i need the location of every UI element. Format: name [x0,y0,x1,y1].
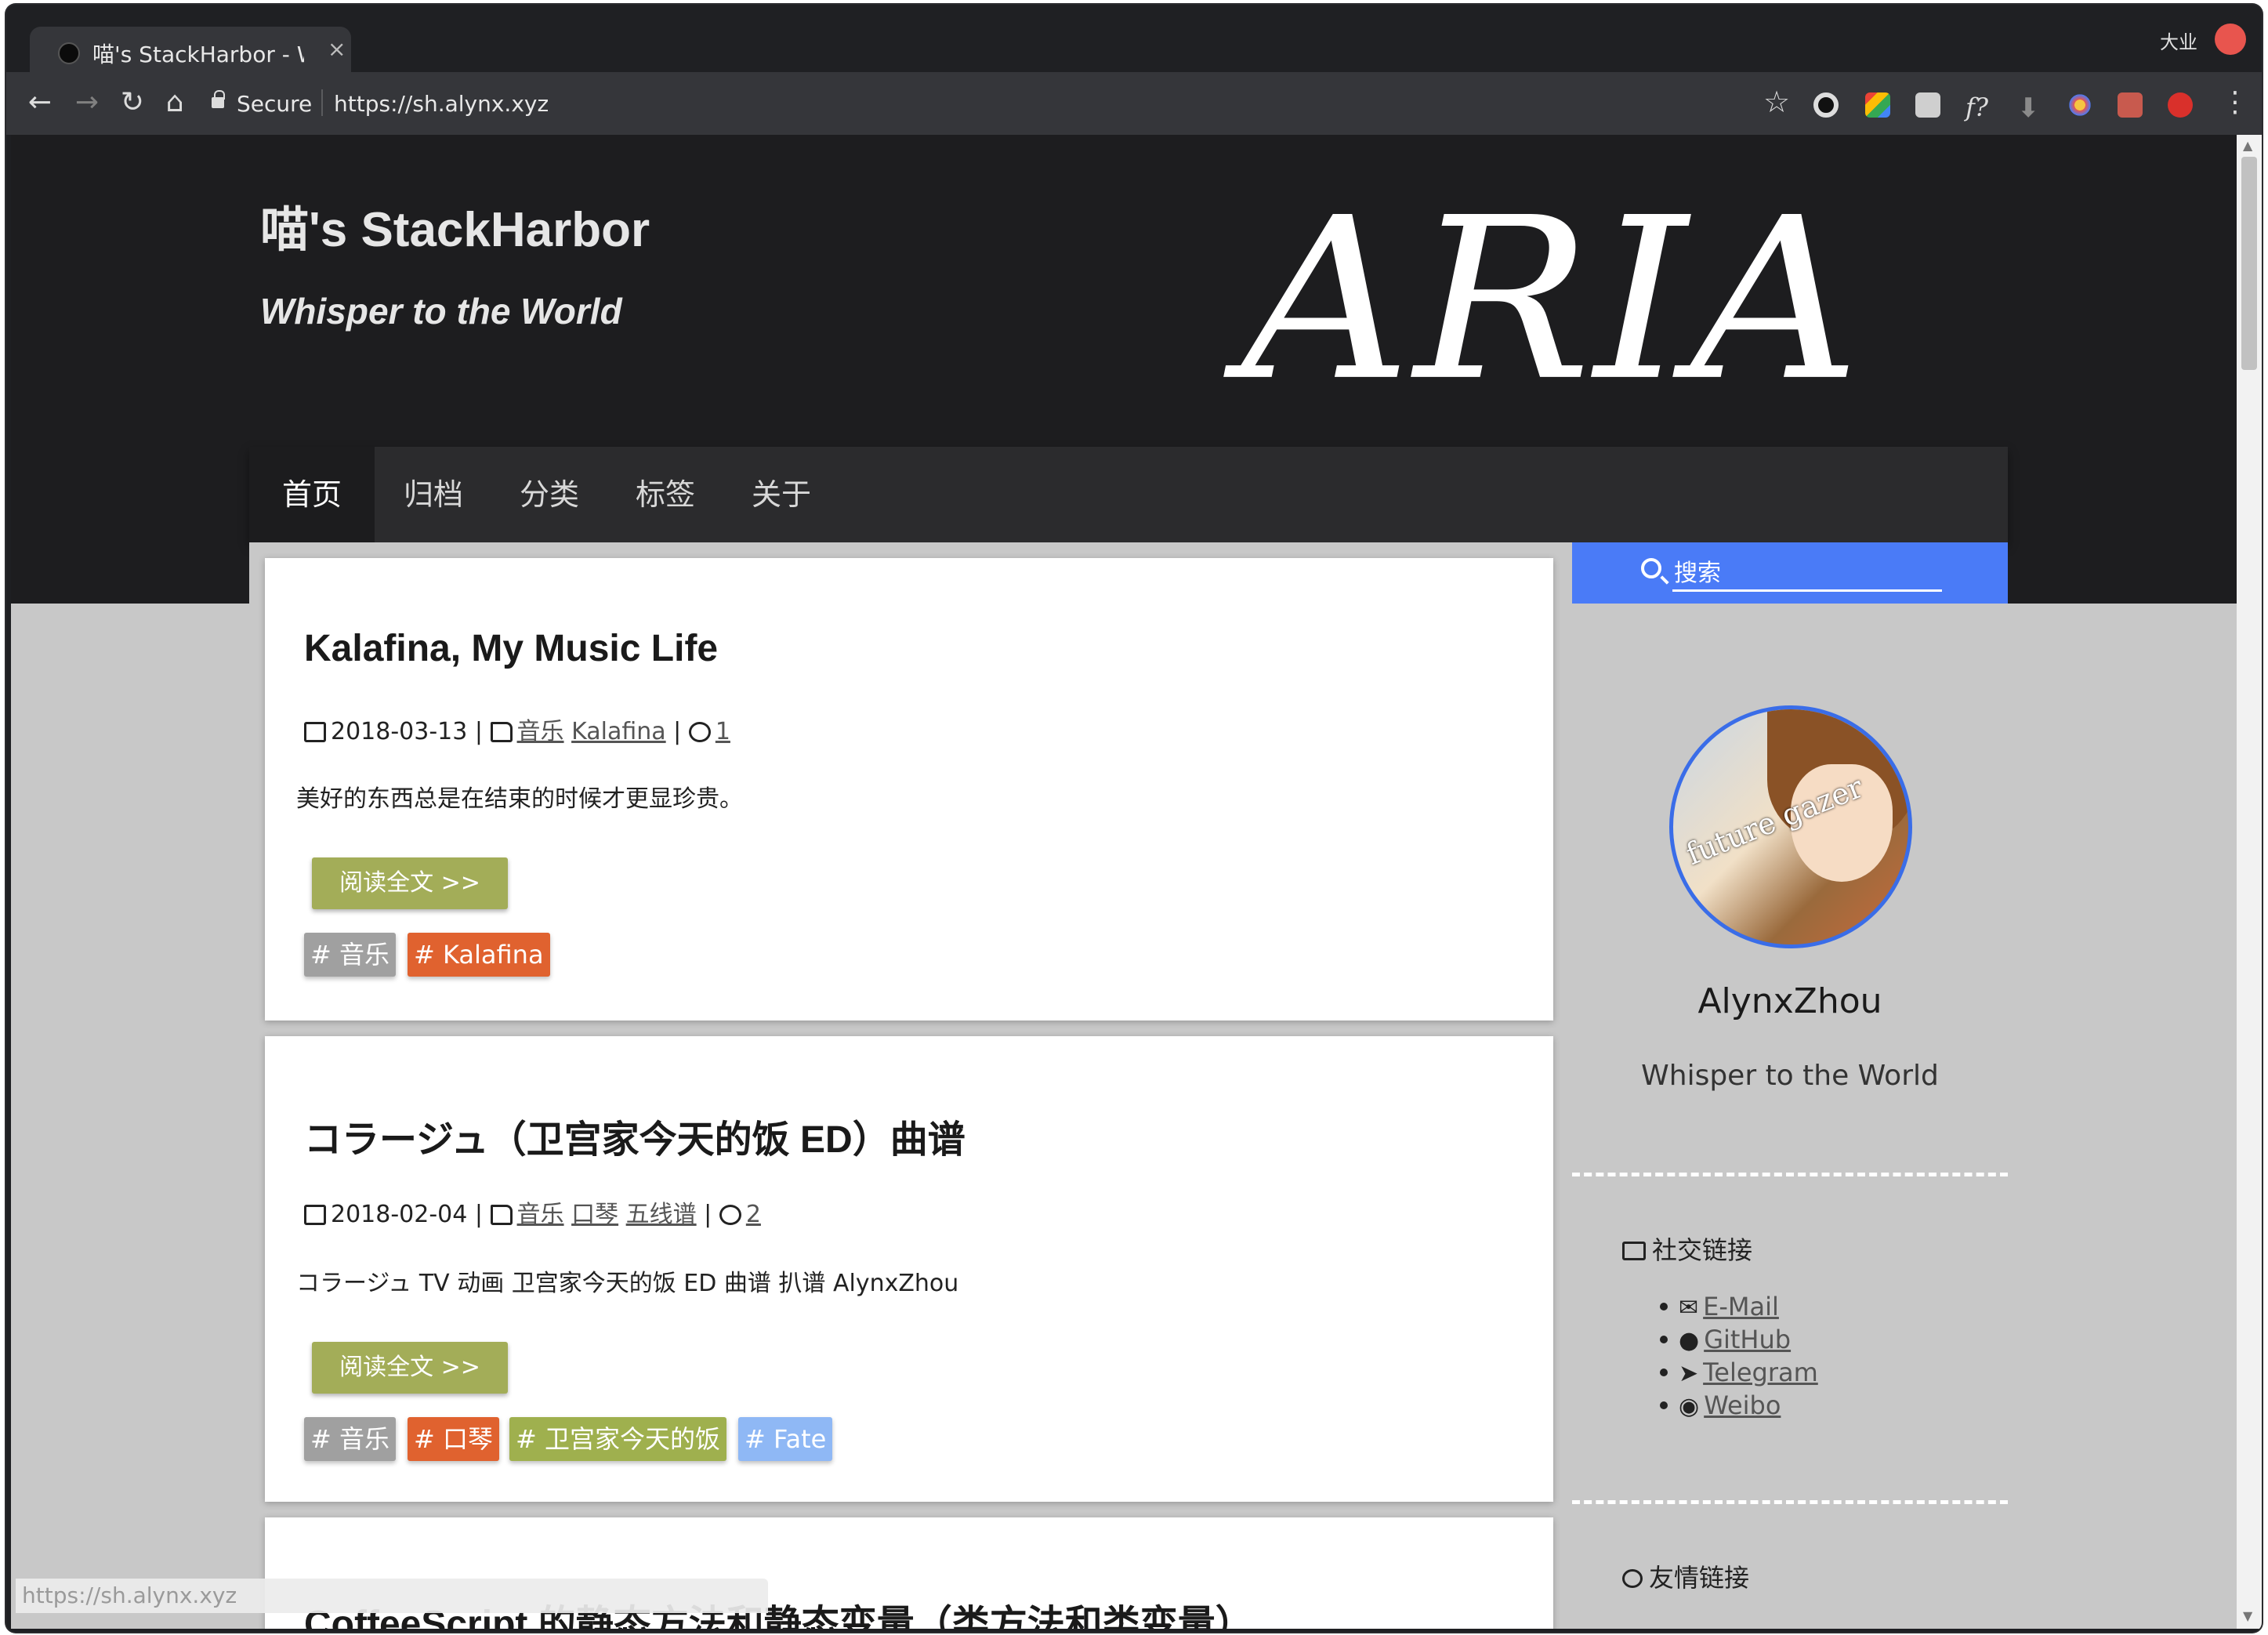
post-card: Kalafina, My Music Life 2018-03-13 | 音乐 … [265,558,1553,1021]
social-links-heading: 社交链接 [1622,1231,1752,1267]
comment-count-link[interactable]: 1 [716,718,730,745]
bookmark-star-icon[interactable]: ☆ [1763,85,1790,119]
post-title[interactable]: コラージュ（卫宫家今天的饭 ED）曲谱 [304,1108,966,1163]
tag-badge[interactable]: # Kalafina [408,933,550,977]
site-title[interactable]: 喵's StackHarbor [260,190,650,260]
post-date: 2018-03-13 [331,718,468,745]
extension-google-icon[interactable] [1865,92,1890,118]
browser-toolbar: ← → ↻ ⌂ Secure https://sh.alynx.xyz ☆ f?… [6,72,2262,135]
tag-badge[interactable]: # Fate [738,1417,833,1461]
comment-icon [688,722,711,742]
extension-download-icon[interactable]: ⬇ [2017,92,2042,124]
chrome-menu-icon[interactable]: ⋮ [2221,86,2249,118]
post-excerpt: コラージュ TV 动画 卫宫家今天的饭 ED 曲谱 扒谱 AlynxZhou [296,1270,959,1297]
extension-adblock-icon[interactable] [2168,92,2193,118]
folder-icon [490,1205,513,1225]
nav-archive[interactable]: 归档 [375,447,492,542]
status-url-bubble: https://sh.alynx.xyz [16,1579,768,1613]
close-tab-icon[interactable]: × [328,36,346,62]
comment-icon [719,1205,741,1225]
tag-badge[interactable]: # 音乐 [304,933,396,977]
social-link-telegram[interactable]: ➤ Telegram [1660,1358,1818,1387]
post-meta: 2018-02-04 | 音乐 口琴 五线谱 | 2 [304,1195,761,1229]
extension-box-icon[interactable] [2118,92,2143,118]
post-date: 2018-02-04 [331,1201,468,1228]
extension-formula-icon[interactable]: f? [1965,92,1991,122]
comment-count-link[interactable]: 2 [746,1201,761,1228]
extension-color-icon[interactable] [2067,92,2092,118]
telegram-icon: ➤ [1679,1360,1699,1387]
address-bar[interactable]: https://sh.alynx.xyz [334,91,549,117]
calendar-icon [304,1205,326,1225]
site-subtitle: Whisper to the World [260,291,622,332]
back-icon[interactable]: ← [22,85,58,121]
tag-badge[interactable]: # 卫宫家今天的饭 [509,1417,726,1461]
secure-label[interactable]: Secure [237,91,312,117]
extension-bulb-icon[interactable] [1915,92,1940,118]
read-more-button[interactable]: 阅读全文 >> [312,857,508,909]
link-icon [1622,1569,1643,1588]
weibo-icon: ◉ [1679,1393,1700,1420]
nav-tags[interactable]: 标签 [607,447,724,542]
calendar-icon [304,722,326,742]
browser-window: 喵's StackHarbor - W × 大业 ← → ↻ ⌂ Secure … [6,5,2262,1632]
post-excerpt: 美好的东西总是在结束的时候才更显珍贵。 [296,785,743,813]
social-link-email[interactable]: ✉ E-Mail [1660,1292,1779,1321]
category-link[interactable]: 音乐 [517,718,564,745]
post-title[interactable]: Kalafina, My Music Life [304,627,718,670]
hero-logo-art: ARIA [1241,169,1864,430]
post-meta: 2018-03-13 | 音乐 Kalafina | 1 [304,712,730,746]
nav-home[interactable]: 首页 [249,447,375,542]
id-card-icon [1622,1242,1646,1260]
github-icon: ● [1679,1327,1700,1354]
category-link[interactable]: Kalafina [571,718,666,745]
social-link-github[interactable]: ● GitHub [1660,1325,1791,1354]
category-link[interactable]: 音乐 [517,1201,564,1228]
search-box[interactable]: 搜索 [1572,542,2008,604]
nav-categories[interactable]: 分类 [492,447,607,542]
divider [1572,1173,2008,1176]
divider [1572,1500,2008,1504]
forward-icon[interactable]: → [69,85,105,121]
favicon-icon [58,42,80,64]
ime-indicator[interactable]: 大业 [2160,27,2197,54]
category-link[interactable]: 五线谱 [626,1201,697,1228]
category-link[interactable]: 口琴 [571,1201,618,1228]
tag-badge[interactable]: # 口琴 [408,1417,499,1461]
search-icon [1641,558,1661,578]
post-card: コラージュ（卫宫家今天的饭 ED）曲谱 2018-02-04 | 音乐 口琴 五… [265,1036,1553,1502]
nav-about[interactable]: 关于 [724,447,839,542]
scroll-thumb[interactable] [2241,157,2257,370]
page-scrollbar[interactable]: ▲ ▼ [2237,135,2262,1629]
scroll-down-icon[interactable]: ▼ [2243,1608,2252,1623]
sidebar: 搜索 future gazer AlynxZhou Whisper to the… [1572,542,2008,1629]
extension-circle-icon[interactable] [1813,92,1839,118]
main-nav: 首页 归档 分类 标签 关于 [249,447,2008,542]
friend-links-heading: 友情链接 [1622,1558,1749,1594]
search-underline [1672,589,1942,592]
window-control-icon[interactable] [2215,24,2246,55]
lock-icon [212,90,225,108]
tab-bar: 喵's StackHarbor - W × 大业 [6,5,2262,72]
address-separator [321,89,323,116]
page-viewport: 喵's StackHarbor Whisper to the World ARI… [11,135,2237,1629]
scroll-up-icon[interactable]: ▲ [2243,138,2252,153]
search-input[interactable]: 搜索 [1674,553,1721,588]
social-link-weibo[interactable]: ◉ Weibo [1660,1390,1781,1420]
reload-icon[interactable]: ↻ [114,85,150,121]
author-subtitle: Whisper to the World [1641,1060,1939,1092]
avatar: future gazer [1669,705,1912,948]
read-more-button[interactable]: 阅读全文 >> [312,1342,508,1394]
author-name: AlynxZhou [1697,981,1882,1021]
post-list: Kalafina, My Music Life 2018-03-13 | 音乐 … [249,542,1572,1629]
tag-badge[interactable]: # 音乐 [304,1417,396,1461]
folder-icon [490,722,513,742]
tab-title: 喵's StackHarbor - W [92,42,304,67]
home-icon[interactable]: ⌂ [157,85,193,121]
mail-icon: ✉ [1679,1294,1699,1321]
active-tab[interactable]: 喵's StackHarbor - W × [30,27,351,72]
